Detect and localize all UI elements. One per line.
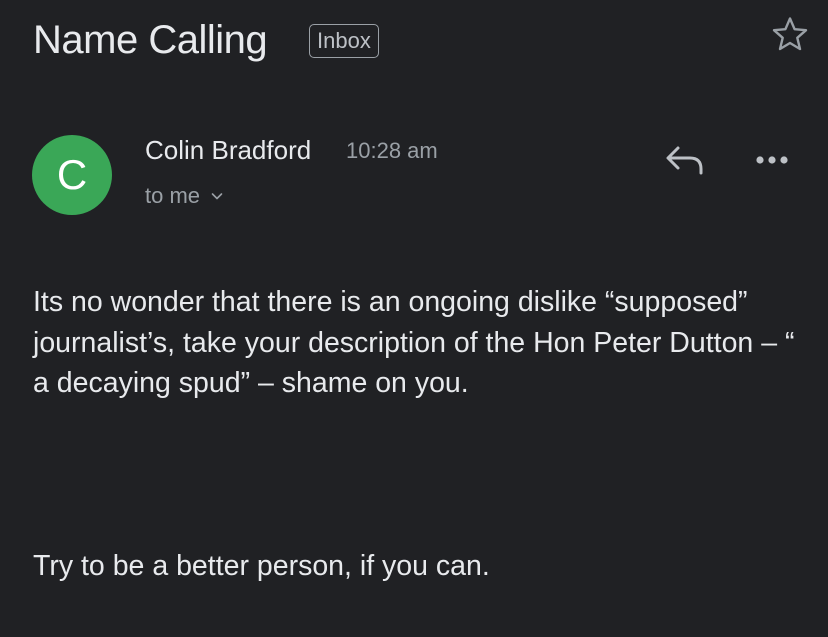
reply-button[interactable] [662, 140, 706, 180]
body-paragraph: Its no wonder that there is an ongoing d… [33, 286, 795, 399]
sender-name[interactable]: Colin Bradford [145, 133, 311, 167]
more-options-button[interactable] [748, 142, 796, 178]
star-button[interactable] [770, 14, 810, 54]
sender-avatar[interactable]: C [32, 135, 112, 215]
email-subject: Name Calling [33, 18, 268, 62]
email-body: Its no wonder that there is an ongoing d… [33, 282, 803, 404]
reply-icon [666, 146, 703, 175]
body-closing-paragraph: Try to be a better person, if you can. [33, 550, 490, 582]
recipient-details-toggle[interactable]: to me [145, 180, 224, 212]
recipient-label: to me [145, 183, 201, 208]
more-horizontal-icon [756, 156, 788, 164]
chevron-down-icon [211, 193, 223, 200]
label-chip-text: Inbox [317, 28, 371, 53]
email-timestamp: 10:28 am [346, 138, 438, 163]
inbox-label-chip[interactable]: Inbox [309, 24, 379, 58]
star-outline-icon [772, 17, 808, 51]
subject-row: Name Calling Inbox [33, 14, 808, 74]
